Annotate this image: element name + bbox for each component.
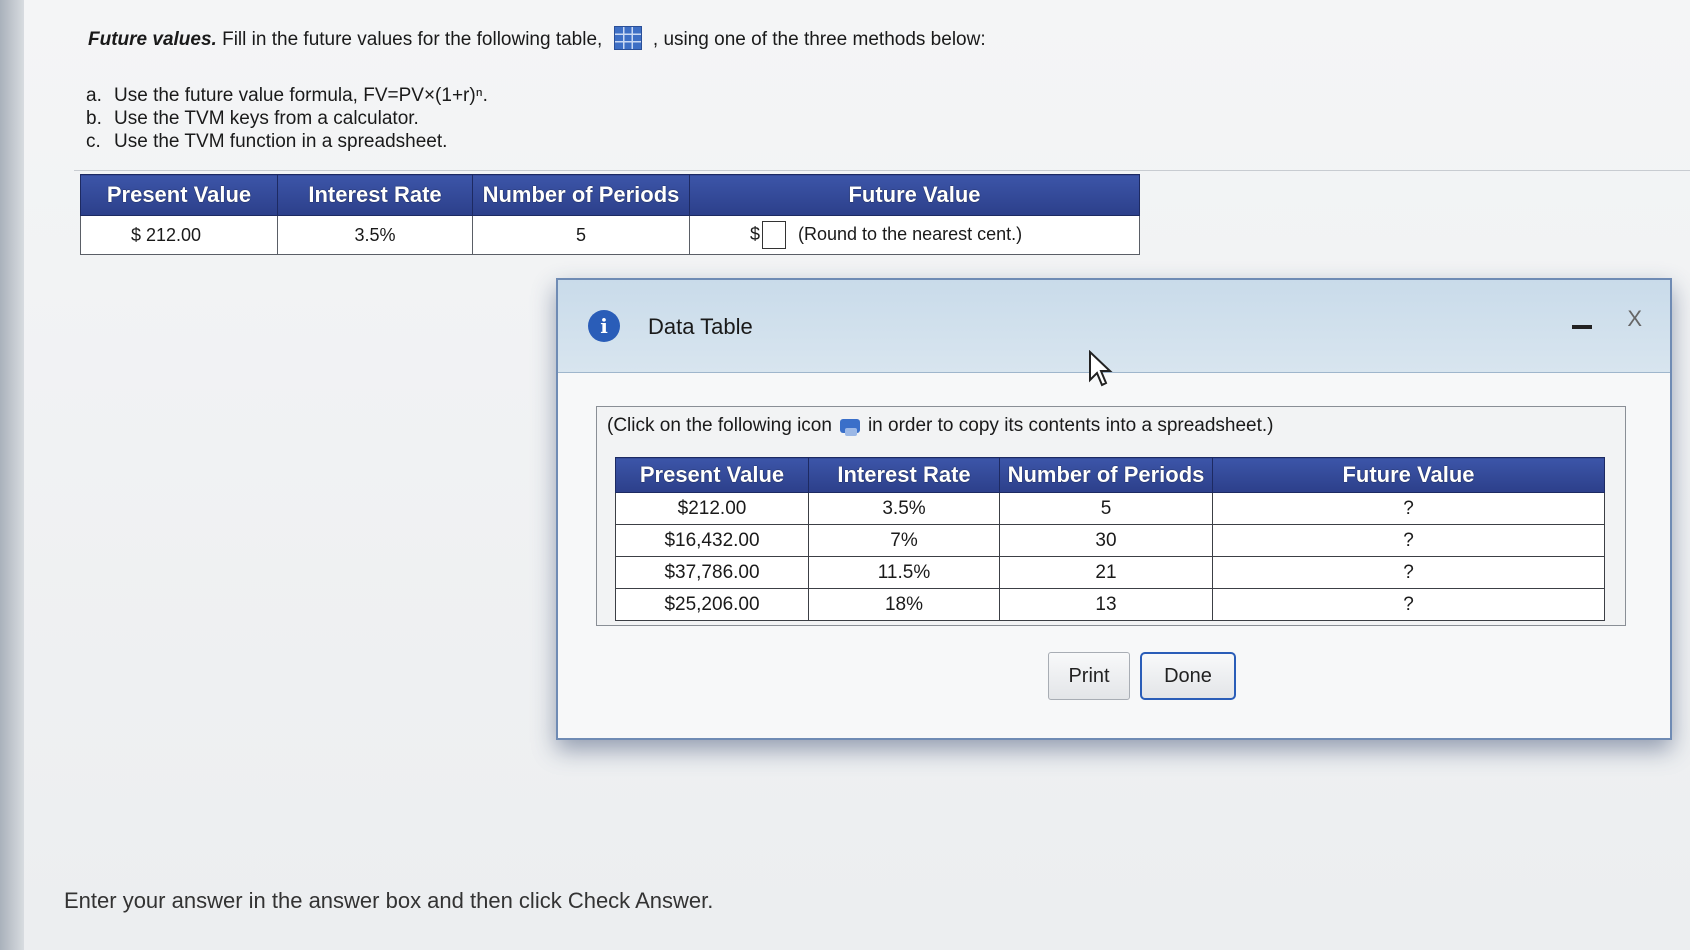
data-table-icon[interactable]	[613, 26, 642, 50]
present-value-cell: $212.00	[615, 492, 809, 525]
future-value-cell: ?	[1212, 524, 1605, 557]
dialog-header[interactable]: i Data Table X	[558, 280, 1670, 387]
copy-instruction: (Click on the following icon in order to …	[607, 415, 1274, 436]
mouse-cursor-icon	[1089, 350, 1113, 387]
interest-rate-cell: 18%	[808, 588, 1000, 621]
column-header: Number of Periods	[999, 457, 1213, 493]
interest-rate-cell: 7%	[808, 524, 1000, 557]
periods-cell: 30	[999, 524, 1213, 557]
future-value-cell: $ (Round to the nearest cent.)	[689, 215, 1140, 255]
instruction-footer: Enter your answer in the answer box and …	[64, 888, 714, 913]
column-header: Interest Rate	[277, 174, 473, 216]
table-row: $16,432.00 7% 30 ?	[615, 524, 1605, 557]
info-icon: i	[588, 310, 620, 342]
periods-cell: 21	[999, 556, 1213, 589]
table-row: $212.00 3.5% 5 ?	[615, 492, 1605, 525]
column-header: Future Value	[1212, 457, 1605, 493]
present-value-cell: $16,432.00	[615, 524, 809, 557]
screen-edge	[0, 0, 24, 950]
column-header: Present Value	[615, 457, 809, 493]
table-header-row: Present Value Interest Rate Number of Pe…	[615, 457, 1605, 493]
done-button[interactable]: Done	[1140, 652, 1236, 700]
future-value-cell: ?	[1212, 556, 1605, 589]
dialog-title: Data Table	[648, 314, 753, 339]
future-value-input[interactable]	[762, 221, 787, 249]
column-header: Interest Rate	[808, 457, 1000, 493]
table-row: $ 212.00 3.5% 5 $ (Round to the nearest c…	[80, 215, 1140, 255]
column-header: Present Value	[80, 174, 278, 216]
prompt-text-after: , using one of the three methods below:	[652, 29, 986, 50]
method-item: a. Use the future value formula, FV=PV×(1…	[86, 85, 488, 106]
data-table-dialog: i Data Table X (Click on the following i…	[556, 278, 1672, 740]
interest-rate-cell: 3.5%	[277, 215, 473, 255]
method-item: b. Use the TVM keys from a calculator.	[86, 108, 419, 129]
method-item: c. Use the TVM function in a spreadsheet.	[86, 131, 448, 152]
print-button[interactable]: Print	[1048, 652, 1130, 700]
divider	[74, 170, 1690, 171]
periods-cell: 13	[999, 588, 1213, 621]
column-header: Future Value	[689, 174, 1140, 216]
page: Future values. Fill in the future values…	[24, 0, 1690, 950]
table-row: $25,206.00 18% 13 ?	[615, 588, 1605, 621]
close-button[interactable]: X	[1627, 306, 1642, 332]
table-header-row: Present Value Interest Rate Number of Pe…	[80, 174, 1140, 216]
data-table-panel: (Click on the following icon in order to …	[596, 406, 1626, 626]
present-value-cell: $ 212.00	[80, 215, 278, 255]
minimize-button[interactable]	[1572, 314, 1594, 336]
question-prompt: Future values. Fill in the future values…	[88, 26, 986, 51]
copy-to-spreadsheet-icon[interactable]	[839, 419, 860, 436]
present-value-cell: $37,786.00	[615, 556, 809, 589]
future-value-cell: ?	[1212, 492, 1605, 525]
column-header: Number of Periods	[472, 174, 690, 216]
interest-rate-cell: 11.5%	[808, 556, 1000, 589]
present-value-cell: $25,206.00	[615, 588, 809, 621]
periods-cell: 5	[999, 492, 1213, 525]
prompt-text-before: Fill in the future values for the follow…	[222, 29, 603, 50]
round-note: (Round to the nearest cent.)	[798, 223, 1023, 244]
data-table: Present Value Interest Rate Number of Pe…	[615, 457, 1605, 621]
methods-list: a. Use the future value formula, FV=PV×(1…	[86, 84, 488, 153]
periods-cell: 5	[472, 215, 690, 255]
interest-rate-cell: 3.5%	[808, 492, 1000, 525]
future-value-cell: ?	[1212, 588, 1605, 621]
answer-table: Present Value Interest Rate Number of Pe…	[80, 174, 1140, 255]
question-title: Future values.	[88, 29, 217, 50]
table-row: $37,786.00 11.5% 21 ?	[615, 556, 1605, 589]
currency-symbol: $	[750, 223, 761, 244]
